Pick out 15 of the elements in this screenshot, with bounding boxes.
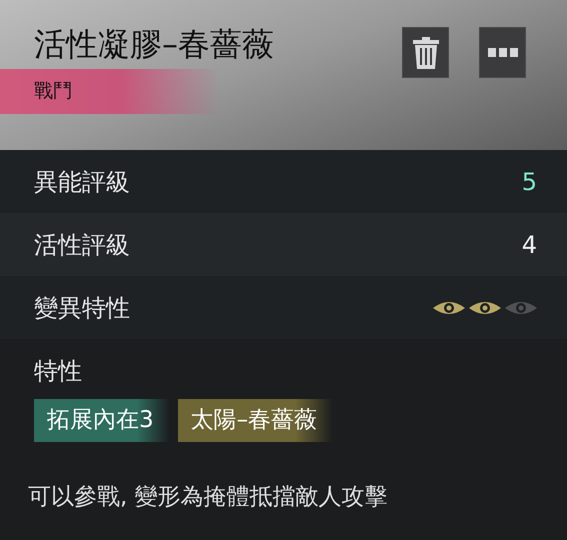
stat-label: 變異特性 — [34, 292, 130, 324]
section-heading: 特性 — [34, 356, 83, 387]
more-icon — [488, 48, 518, 57]
stat-label: 異能評級 — [34, 166, 130, 198]
trait-tag: 拓展內在3 — [34, 399, 170, 442]
trait-tag: 太陽–春薔薇 — [178, 399, 334, 442]
stat-label: 活性評級 — [34, 230, 130, 260]
item-title: 活性凝膠–春薔薇 — [33, 24, 274, 65]
stat-value: 4 — [522, 230, 537, 260]
trash-icon — [412, 36, 438, 68]
more-button[interactable] — [479, 27, 526, 78]
stat-value: 5 — [522, 166, 537, 198]
description-text: 可以參戰, 變形為掩體抵擋敵人攻擊 — [27, 483, 389, 512]
category-label: 戰鬥 — [34, 78, 72, 104]
delete-button[interactable] — [402, 27, 449, 78]
